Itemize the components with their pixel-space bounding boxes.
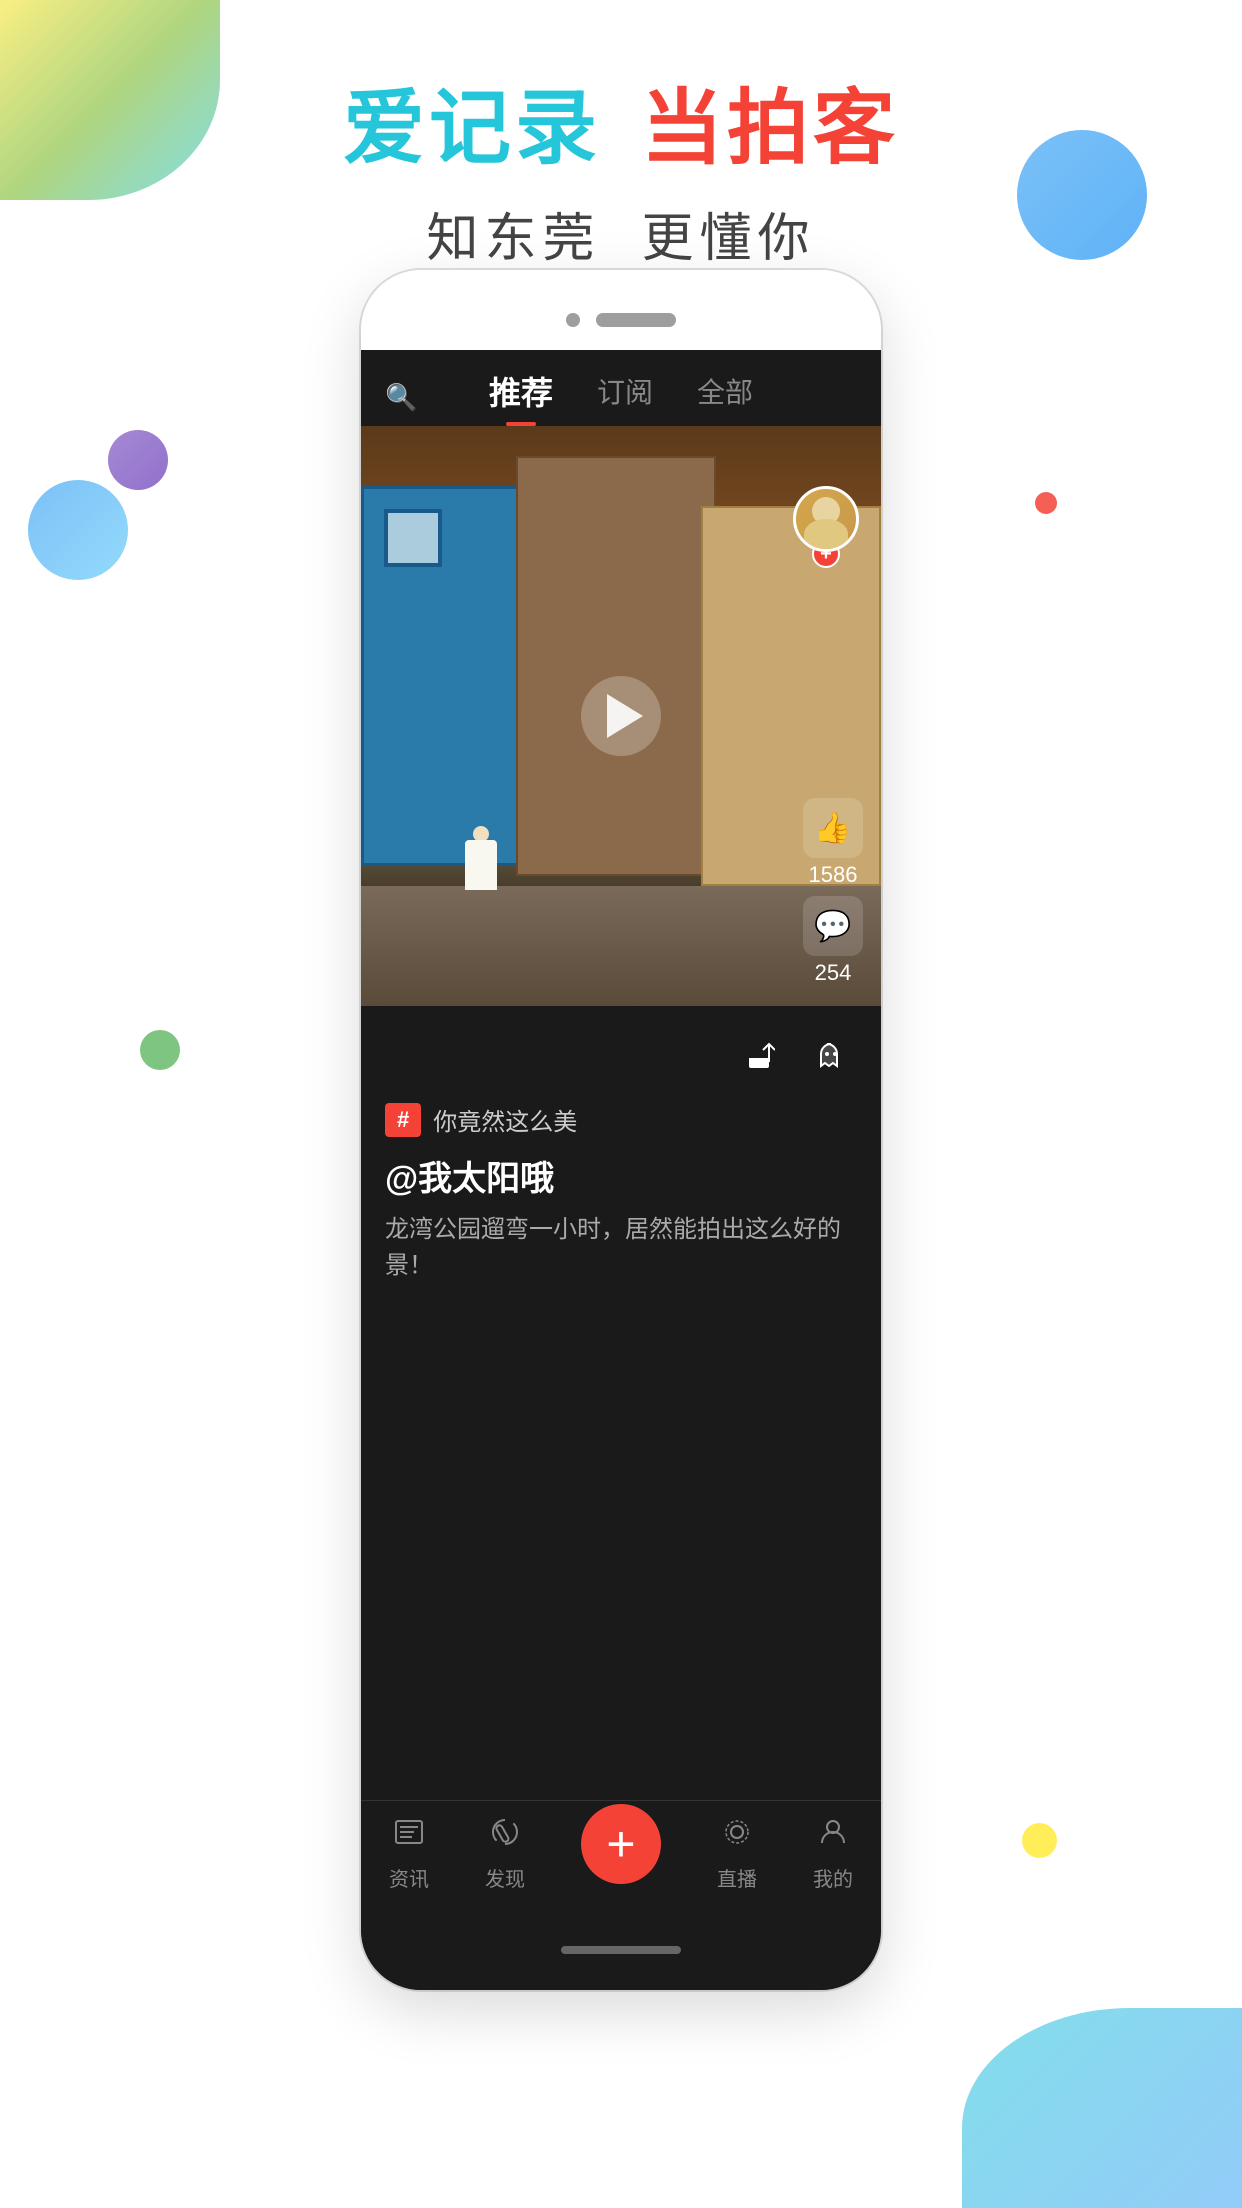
profile-icon [816,1815,850,1857]
app-header: 🔍 推荐 订阅 全部 [361,350,881,426]
tab-all[interactable]: 全部 [697,371,753,423]
tab-news[interactable]: 资讯 [389,1815,429,1892]
phone-speaker [596,313,676,327]
avatar-container: + [793,486,859,568]
phone-mockup: 🔍 推荐 订阅 全部 + [361,270,881,1990]
bg-blob-blue-left [28,480,128,580]
likes-count: 1586 [809,862,858,888]
tab-discover[interactable]: 发现 [485,1815,525,1892]
hero-title-part2: 当拍客 [641,83,899,174]
tab-subscription[interactable]: 订阅 [597,371,653,423]
hero-subtitle-part1: 知东莞 [427,210,601,268]
bg-blob-purple-left [108,430,168,490]
hashtag-text: 你竟然这么美 [433,1102,577,1137]
hero-title-part1: 爱记录 [343,83,601,174]
home-indicator [361,1910,881,1990]
home-indicator-bar [561,1946,681,1954]
bg-blob-blue-bottom-right [962,2008,1242,2208]
bg-blob-yellow-small [1022,1823,1057,1858]
tab-add-button[interactable]: + [581,1804,661,1884]
like-icon: 👍 [803,798,863,858]
comments-count: 254 [815,960,852,986]
discover-label: 发现 [485,1863,525,1892]
avatar[interactable] [793,486,859,552]
hero-title: 爱记录当拍客 [0,80,1242,178]
action-row [385,1030,857,1082]
tab-bar: 资讯 发现 + [361,1800,881,1910]
app-content: 🔍 推荐 订阅 全部 + [361,350,881,1990]
live-icon [720,1815,754,1857]
play-button[interactable] [581,676,661,756]
building-center [516,456,716,876]
video-description: 龙湾公园遛弯一小时，居然能拍出这么好的景！ [385,1212,857,1284]
phone-top-bar [361,270,881,350]
tab-live[interactable]: 直播 [717,1815,757,1892]
phone-camera [566,313,580,327]
bottom-content: # 你竟然这么美 @我太阳哦 龙湾公园遛弯一小时，居然能拍出这么好的景！ [361,1006,881,1800]
building-left [361,486,521,866]
hashtag-badge: # [385,1103,421,1137]
profile-label: 我的 [813,1863,853,1892]
video-actions: 👍 1586 💬 254 [803,798,863,986]
tab-recommended[interactable]: 推荐 [489,368,553,426]
video-container[interactable]: + 👍 1586 💬 254 [361,426,881,1006]
person-figure [461,826,501,906]
bg-blob-green-small [140,1030,180,1070]
hero-subtitle: 知东莞 更懂你 [0,196,1242,271]
ghost-button[interactable] [805,1030,857,1082]
hero-subtitle-part2: 更懂你 [641,210,815,268]
comment-button[interactable]: 💬 254 [803,896,863,986]
play-triangle-icon [607,694,643,738]
live-label: 直播 [717,1863,757,1892]
hashtag-row: # 你竟然这么美 [385,1102,857,1137]
share-button[interactable] [733,1030,785,1082]
like-button[interactable]: 👍 1586 [803,798,863,888]
search-icon[interactable]: 🔍 [385,382,417,413]
bg-blob-red-dot [1035,492,1057,514]
user-mention[interactable]: @我太阳哦 [385,1151,857,1200]
discover-icon [488,1815,522,1857]
news-label: 资讯 [389,1863,429,1892]
tab-profile[interactable]: 我的 [813,1815,853,1892]
add-icon: + [606,1815,635,1873]
comment-icon: 💬 [803,896,863,956]
hero-section: 爱记录当拍客 知东莞 更懂你 [0,80,1242,271]
nav-tabs: 推荐 订阅 全部 [489,368,753,426]
news-icon [392,1815,426,1857]
